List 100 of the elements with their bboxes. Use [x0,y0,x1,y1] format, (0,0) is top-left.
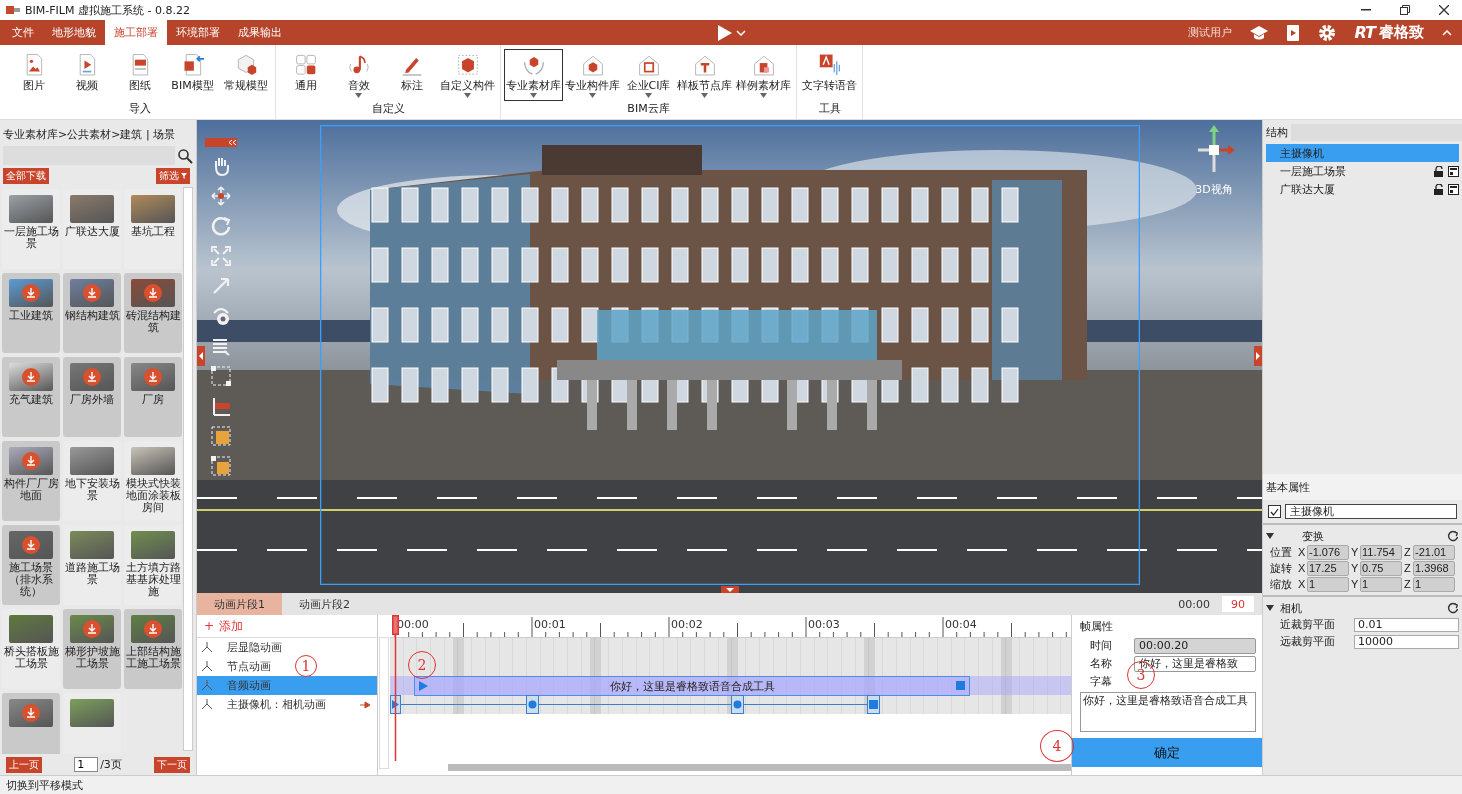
ribbon-tool-button[interactable]: 企业CI库 [622,49,675,101]
frame-count-field[interactable]: 90 [1222,596,1254,612]
clip-tab[interactable]: 动画片段1 [197,593,282,615]
menu-tab[interactable]: 成果输出 [229,20,291,45]
user-name[interactable]: 测试用户 [1188,25,1233,40]
asset-card[interactable]: 施工场景（排水系统） [2,525,60,605]
close-icon[interactable] [1439,5,1449,15]
dropdown-caret-icon[interactable] [760,92,767,98]
ribbon-tool-button[interactable]: 常规模型 [219,49,272,101]
lock-icon[interactable] [1434,165,1444,177]
download-icon[interactable] [144,368,162,386]
value-field[interactable]: 0.75 [1360,560,1402,576]
play-icon[interactable] [716,23,733,42]
ribbon-tool-button[interactable]: 自定义构件 [438,49,497,101]
visibility-box-icon[interactable] [1448,165,1459,177]
value-field[interactable]: -1.076 [1307,544,1349,560]
asset-card[interactable]: 厂房外墙 [63,357,121,437]
path-nodes-icon[interactable] [210,365,232,387]
track-item[interactable]: 音频动画 [197,676,377,695]
caret-icon[interactable] [735,29,746,36]
playhead[interactable] [392,615,399,761]
ribbon-tool-button[interactable]: 图纸 [113,49,166,101]
menu-tab[interactable]: 文件 [3,20,43,45]
box-move-icon[interactable] [210,455,232,477]
settings-icon[interactable] [1318,23,1337,42]
value-field[interactable]: 11.754 [1360,544,1402,560]
tree-item[interactable]: 主摄像机 [1266,144,1459,162]
ribbon-tool-button[interactable]: 图片 [7,49,60,101]
audio-clip[interactable]: 你好，这里是睿格致语音合成工具 [414,676,970,696]
tree-item[interactable]: 广联达大厦 [1266,180,1459,198]
ribbon-tool-button[interactable]: 视频 [60,49,113,101]
scrollbar[interactable] [390,764,1071,771]
dropdown-caret-icon[interactable] [355,92,362,98]
orbit-icon[interactable] [210,305,232,327]
collapse-bar-icon[interactable] [205,138,237,147]
ribbon-tool-button[interactable]: 专业构件库 [563,49,622,101]
scrollbar[interactable] [183,187,193,751]
tree-item[interactable]: 一层施工场景 [1266,162,1459,180]
next-page-button[interactable]: 下一页 [154,756,190,773]
play-marker-icon[interactable] [419,681,428,691]
dropdown-caret-icon[interactable] [589,92,596,98]
value-field[interactable]: 0.01 [1354,617,1459,632]
previous-page-button[interactable]: 上一页 [6,756,42,773]
download-icon[interactable] [22,536,40,554]
scrollbar[interactable] [379,637,389,769]
move-arrows-icon[interactable] [210,185,232,207]
value-field[interactable]: 1 [1360,576,1402,592]
name-field[interactable]: 主摄像机 [1285,504,1457,519]
track-item[interactable]: 层显隐动画 [197,638,288,657]
download-all-button[interactable]: 全部下载 [3,168,49,184]
track-item[interactable]: 节点动画 [197,657,277,676]
download-icon[interactable] [22,368,40,386]
asset-card[interactable]: 工业建筑 [2,273,60,353]
asset-card[interactable]: 梯形护坡施工场景 [63,609,121,689]
download-icon[interactable] [22,452,40,470]
asset-card[interactable]: 砖混结构建筑 [124,273,182,353]
download-icon[interactable] [144,620,162,638]
end-marker-icon[interactable] [956,681,965,690]
dropdown-caret-icon[interactable] [701,92,708,98]
value-field[interactable]: 17.25 [1307,560,1349,576]
keyframe-track-drawing[interactable] [390,695,880,714]
collapse-caret-icon[interactable] [1442,29,1452,36]
checkbox[interactable] [1268,505,1281,518]
reset-icon[interactable] [1447,602,1459,614]
lock-icon[interactable] [1434,183,1444,195]
download-icon[interactable] [83,368,101,386]
menu-tab[interactable]: 施工部署 [105,20,167,45]
asset-card[interactable]: 构件厂厂房地面 [2,441,60,521]
restore-icon[interactable] [1400,5,1410,15]
download-icon[interactable] [83,620,101,638]
asset-card[interactable]: 钢结构建筑 [63,273,121,353]
download-icon[interactable] [22,284,40,302]
menu-tab[interactable]: 环境部署 [167,20,229,45]
dropdown-caret-icon[interactable] [530,92,537,98]
value-field[interactable]: -21.01 [1413,544,1455,560]
flag-icon[interactable] [210,395,232,417]
value-field[interactable]: 1 [1307,576,1349,592]
ribbon-tool-button[interactable]: 标注 [385,49,438,101]
ribbon-tool-button[interactable]: 音效 [332,49,385,101]
asset-card[interactable]: 充气建筑 [2,357,60,437]
minimize-icon[interactable] [1361,9,1371,11]
right-collapse-icon[interactable] [1254,346,1262,366]
clip-tab[interactable]: 动画片段2 [282,593,367,615]
reset-icon[interactable] [1447,530,1459,542]
book-play-icon[interactable] [1286,23,1301,42]
download-icon[interactable] [144,284,162,302]
value-field[interactable]: 1.3968 [1413,560,1455,576]
expand-triangle-icon[interactable] [1266,532,1274,540]
value-field[interactable]: 10000 [1354,634,1459,649]
asset-card[interactable]: 厂房 [124,357,182,437]
bottom-collapse-icon[interactable] [721,586,739,593]
asset-card[interactable] [2,693,60,754]
menu-tab[interactable]: 地形地貌 [43,20,105,45]
ribbon-tool-button[interactable]: 样板节点库 [675,49,734,101]
search-icon[interactable] [177,147,193,164]
ribbon-tool-button[interactable]: 通用 [279,49,332,101]
add-track-button[interactable]: + 添加 [197,615,377,638]
box-select-icon[interactable] [210,425,232,447]
subtitle-field[interactable]: 你好，这里是睿格致语音合成工具 [1080,692,1256,732]
expand-triangle-icon[interactable] [1266,604,1274,612]
